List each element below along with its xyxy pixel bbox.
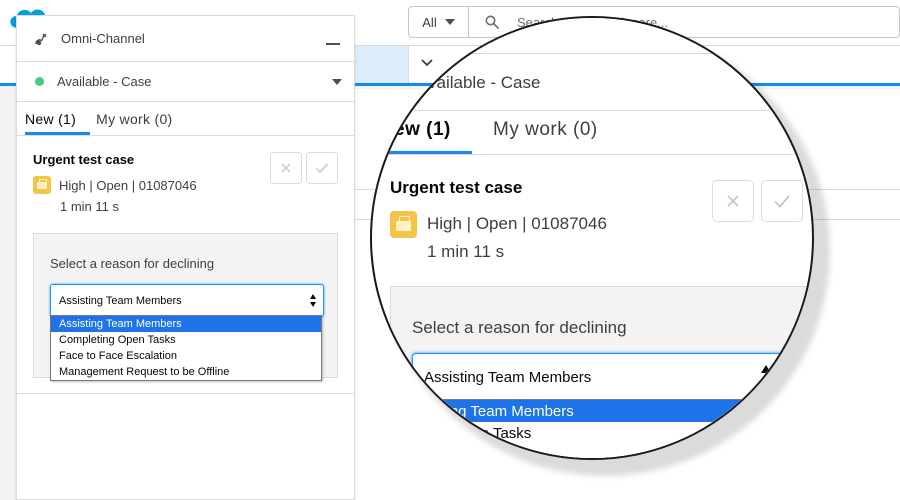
decline-button[interactable] [270, 152, 302, 184]
option-management-request-offline[interactable]: Management Request to be Offline [51, 364, 321, 380]
check-icon [774, 195, 790, 208]
accept-button[interactable] [306, 152, 338, 184]
decline-reason-options: Assisting Team Members Completing Open T… [50, 315, 322, 381]
zoomed-presence-status: vailable - Case [428, 73, 541, 92]
zoomed-view: vailable - Case ew (1) My work (0) Urgen… [372, 18, 812, 458]
option-completing-open-tasks[interactable]: Completing Open Tasks [51, 332, 321, 348]
omni-channel-panel: Omni-Channel Available - Case New (1) My… [16, 15, 355, 500]
presence-status-label: Available - Case [57, 74, 152, 89]
available-status-dot [35, 77, 44, 86]
zoomed-divider [372, 110, 812, 111]
zoomed-accept-button [761, 180, 803, 222]
work-tabs: New (1) My work (0) [17, 102, 354, 136]
zoomed-work-item-timer: 1 min 11 s [427, 242, 505, 261]
zoomed-decline-value: Assisting Team Members [424, 369, 592, 386]
caret-down-icon [332, 78, 342, 85]
tab-my-work[interactable]: My work (0) [94, 102, 182, 135]
panel-title: Omni-Channel [61, 31, 145, 46]
close-icon [727, 195, 739, 207]
zoomed-divider [372, 154, 812, 155]
close-icon [281, 163, 291, 173]
tab-new[interactable]: New (1) [25, 102, 91, 135]
magnifier-lens: vailable - Case ew (1) My work (0) Urgen… [370, 16, 814, 460]
work-item-details: High | Open | 01087046 [59, 177, 197, 193]
zoomed-work-item-title: Urgent test case [390, 178, 523, 197]
zoomed-nav-bar [372, 18, 812, 54]
omni-channel-icon [35, 33, 47, 45]
zoomed-decline-button [712, 180, 754, 222]
omni-channel-header: Omni-Channel [17, 16, 354, 62]
presence-status-dropdown[interactable]: Available - Case [17, 62, 354, 102]
case-icon [33, 176, 51, 194]
zoomed-tab-my-work: My work (0) [493, 119, 598, 140]
zoomed-option-2: ting Open Tasks [424, 425, 532, 442]
work-item-card[interactable]: Urgent test case High | Open | 01087046 … [17, 136, 354, 233]
decline-reason-value: Assisting Team Members [59, 294, 182, 307]
work-item-timer: 1 min 11 s [60, 199, 120, 214]
check-icon [315, 163, 329, 174]
chevron-down-icon [423, 63, 435, 71]
minimize-icon[interactable] [326, 32, 340, 46]
select-arrows-icon [310, 294, 316, 307]
zoomed-decline-label: Select a reason for declining [412, 318, 627, 337]
zoomed-option-3: scalation [424, 446, 484, 460]
zoomed-option-1: sisting Team Members [424, 403, 574, 420]
decline-reason-label: Select a reason for declining [50, 256, 215, 271]
decline-reason-select[interactable]: Assisting Team Members [50, 284, 324, 317]
case-icon [390, 211, 417, 238]
panel-divider [17, 393, 354, 394]
zoomed-work-item-details: High | Open | 01087046 [427, 214, 607, 233]
option-face-to-face-escalation[interactable]: Face to Face Escalation [51, 348, 321, 364]
zoomed-tab-new: ew (1) [394, 119, 451, 140]
option-assisting-team-members[interactable]: Assisting Team Members [51, 316, 321, 332]
select-arrow-icon [761, 365, 771, 373]
